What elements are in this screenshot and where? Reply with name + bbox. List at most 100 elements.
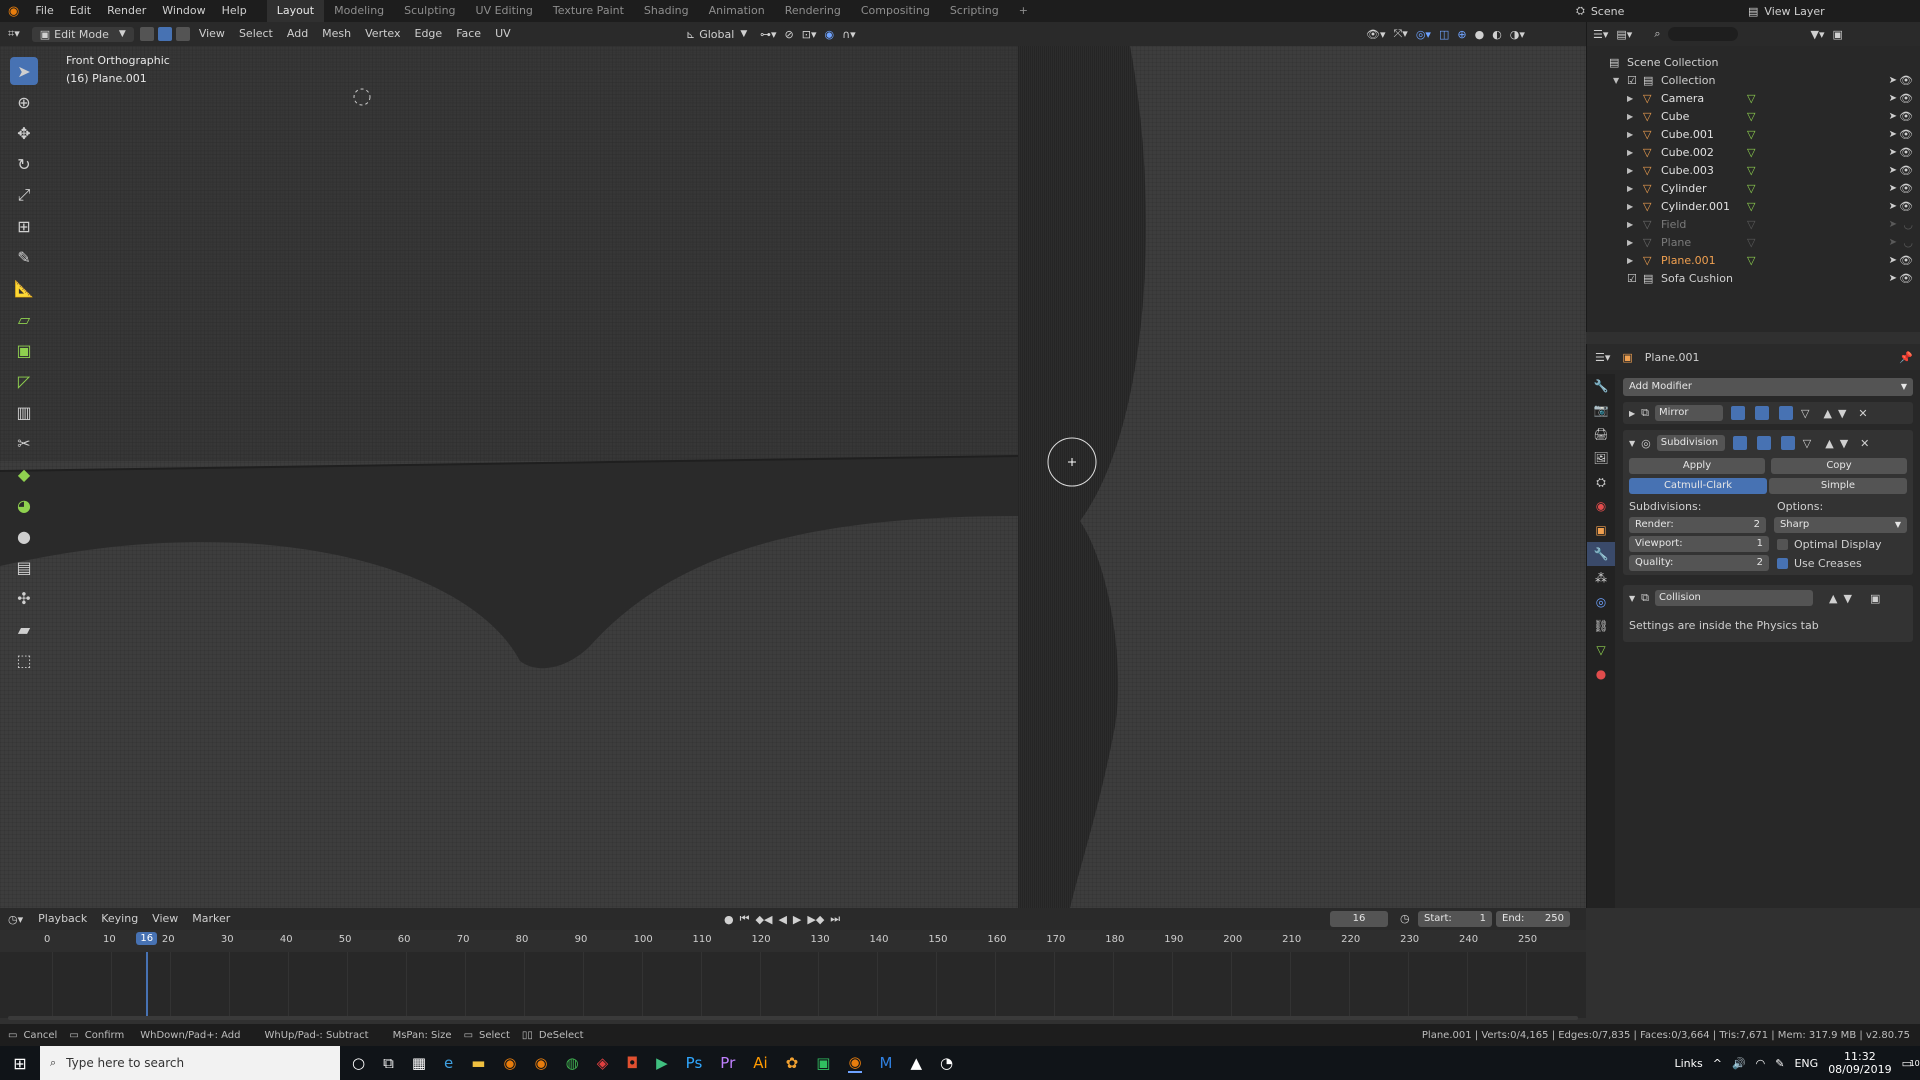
selectable-icon[interactable]: ➤ [1889, 234, 1897, 252]
mesh-data-icon[interactable]: ▽ [1747, 108, 1755, 126]
move-up-icon[interactable]: ▲ [1825, 437, 1833, 450]
scene-tab-icon[interactable]: ⛭ [1587, 470, 1615, 494]
eye-icon[interactable]: 👁 [1899, 162, 1913, 180]
pivot-icon[interactable]: ⊶▾ [760, 28, 777, 41]
selectable-icon[interactable]: ➤ [1889, 216, 1897, 234]
eye-icon[interactable]: 👁 [1899, 270, 1913, 288]
play-store-icon[interactable]: ▶ [656, 1054, 668, 1072]
expand-icon[interactable]: ▶ [1627, 216, 1633, 234]
select-mode-vertex[interactable] [139, 27, 154, 41]
subdivision-header[interactable]: ▼ ◎ Subdivision ▽ ▲ ▼ ✕ [1629, 434, 1907, 452]
next-keyframe-icon[interactable]: ▶◆ [807, 913, 824, 926]
mode-dropdown[interactable]: ▣ Edit Mode ▼ [31, 26, 134, 42]
tree-row-object[interactable]: ▶ ▽ Cube.001 ▽ ➤ 👁 [1587, 126, 1920, 144]
viewport-levels-field[interactable]: Viewport: 1 [1629, 536, 1769, 552]
modifier-mirror[interactable]: ▶ ⧉ Mirror ▽ ▲ ▼ ✕ [1623, 402, 1913, 424]
preview-range-icon[interactable]: ◷ [1400, 912, 1410, 925]
scene-selector[interactable]: ⛭ Scene [1576, 0, 1624, 22]
header-menu-view[interactable]: View [192, 22, 232, 46]
expand-icon[interactable]: ▶ [1627, 252, 1633, 270]
new-collection-icon[interactable]: ▣ [1832, 28, 1842, 41]
expand-icon[interactable]: ▶ [1627, 198, 1633, 216]
transform-orientation[interactable]: ⊾ Global ▼ [686, 22, 747, 46]
output-tab-icon[interactable]: 🖨 [1587, 422, 1615, 446]
falloff-icon[interactable]: ∩▾ [842, 28, 856, 41]
menu-render[interactable]: Render [99, 0, 154, 22]
catmull-clark-button[interactable]: Catmull-Clark [1629, 478, 1767, 494]
rip-tool[interactable]: ⬚ [10, 646, 38, 674]
solid-shading-icon[interactable]: ● [1475, 28, 1485, 41]
clock[interactable]: 11:32 08/09/2019 [1828, 1050, 1891, 1076]
timeline-menu-playback[interactable]: Playback [31, 907, 94, 931]
smooth-tool[interactable]: ● [10, 522, 38, 550]
menu-icon[interactable]: ▣ [1870, 592, 1880, 605]
mesh-data-icon[interactable]: ▽ [1747, 90, 1755, 108]
tree-row-object[interactable]: ▶ ▽ Cube.003 ▽ ➤ 👁 [1587, 162, 1920, 180]
cursor-tool[interactable]: ⊕ [10, 88, 38, 116]
mesh-data-icon[interactable]: ▽ [1747, 144, 1755, 162]
expand-icon[interactable]: ▶ [1627, 144, 1633, 162]
outliner-editor-icon[interactable]: ☰▾ [1593, 28, 1608, 41]
premiere-icon[interactable]: Pr [720, 1054, 735, 1072]
expand-icon[interactable]: ▶ [1627, 162, 1633, 180]
menu-window[interactable]: Window [154, 0, 213, 22]
select-mode-edge[interactable] [157, 27, 172, 41]
on-cage-icon[interactable]: ▽ [1801, 407, 1809, 420]
workspace-tab-texture-paint[interactable]: Texture Paint [543, 0, 634, 22]
add-workspace-button[interactable]: + [1009, 0, 1038, 22]
checkbox-icon[interactable]: ☑ [1627, 72, 1637, 90]
search-input[interactable] [1668, 27, 1739, 41]
shrink-fatten-tool[interactable]: ✣ [10, 584, 38, 612]
mesh-data-icon[interactable]: ▽ [1747, 252, 1755, 270]
header-menu-face[interactable]: Face [449, 22, 488, 46]
material-tab-icon[interactable]: ● [1587, 662, 1615, 686]
tree-row-object[interactable]: ▶ ▽ Plane.001 ▽ ➤ 👁 [1587, 252, 1920, 270]
edge-slide-tool[interactable]: ▤ [10, 553, 38, 581]
show-viewport-icon[interactable] [1755, 406, 1770, 420]
eye-icon[interactable]: 👁 [1899, 72, 1913, 90]
physics-tab-icon[interactable]: ◎ [1587, 590, 1615, 614]
mesh-data-icon[interactable]: ▽ [1747, 216, 1755, 234]
show-editmode-icon[interactable] [1731, 406, 1746, 420]
tree-row-object[interactable]: ▶ ▽ Cube.002 ▽ ➤ 👁 [1587, 144, 1920, 162]
cortana-icon[interactable]: ○ [352, 1054, 365, 1072]
gizmo-icon[interactable]: ⤧▾ [1394, 27, 1408, 41]
workspace-tab-shading[interactable]: Shading [634, 0, 699, 22]
show-render-icon[interactable] [1780, 436, 1795, 450]
collision-header[interactable]: ▼ ⧉ Collision ▲ ▼ ▣ [1629, 589, 1907, 607]
jump-start-icon[interactable]: ⏮ [740, 912, 750, 926]
visibility-icon[interactable]: 👁▾ [1366, 28, 1386, 41]
playhead-label[interactable]: 16 [136, 932, 158, 945]
selectable-icon[interactable]: ➤ [1889, 144, 1897, 162]
selectable-icon[interactable]: ➤ [1889, 126, 1897, 144]
apply-button[interactable]: Apply [1629, 458, 1765, 474]
expand-icon[interactable]: ▶ [1627, 90, 1633, 108]
blender-app-icon[interactable]: ◉ [503, 1054, 516, 1072]
tree-row-sofa-cushion[interactable]: ☑ ▤ Sofa Cushion ➤ 👁 [1587, 270, 1920, 288]
view-layer-selector[interactable]: ▤ View Layer [1748, 0, 1825, 22]
eye-icon[interactable]: ◡ [1903, 234, 1913, 252]
optimal-display-checkbox[interactable]: Optimal Display [1777, 538, 1882, 551]
network-icon[interactable]: ◠ [1756, 1057, 1766, 1070]
move-down-icon[interactable]: ▼ [1840, 437, 1848, 450]
loop-cut-tool[interactable]: ▥ [10, 398, 38, 426]
properties-editor-icon[interactable]: ☰▾ [1595, 351, 1610, 364]
tray-chevron-icon[interactable]: ^ [1713, 1057, 1722, 1070]
constraints-tab-icon[interactable]: ⛓ [1587, 614, 1615, 638]
proportional-edit-icon[interactable]: ◉ [825, 28, 835, 41]
add-modifier-dropdown[interactable]: Add Modifier ▼ [1623, 378, 1913, 396]
tree-row-object[interactable]: ▶ ▽ Cube ▽ ➤ 👁 [1587, 108, 1920, 126]
spin-tool[interactable]: ◕ [10, 491, 38, 519]
menu-file[interactable]: File [27, 0, 61, 22]
chrome-icon[interactable]: ◍ [566, 1054, 579, 1072]
header-menu-uv[interactable]: UV [488, 22, 518, 46]
timeline-scrollbar[interactable] [8, 1016, 1578, 1020]
data-tab-icon[interactable]: ▽ [1587, 638, 1615, 662]
poly-build-tool[interactable]: ◆ [10, 460, 38, 488]
timeline-ruler[interactable]: 0 10 20 30 40 50 60 70 80 90 100 110 120 130 140 150 160… [0, 930, 1586, 952]
search-icon[interactable]: ⌕ [1654, 27, 1660, 41]
3d-viewport[interactable]: Front Orthographic (16) Plane.001 ➤ ⊕ ✥ … [0, 46, 1586, 908]
pin-icon[interactable]: 📌 [1899, 351, 1913, 364]
windows-start-icon[interactable]: ⊞ [0, 1054, 40, 1073]
display-mode-icon[interactable]: ▤▾ [1616, 28, 1632, 41]
